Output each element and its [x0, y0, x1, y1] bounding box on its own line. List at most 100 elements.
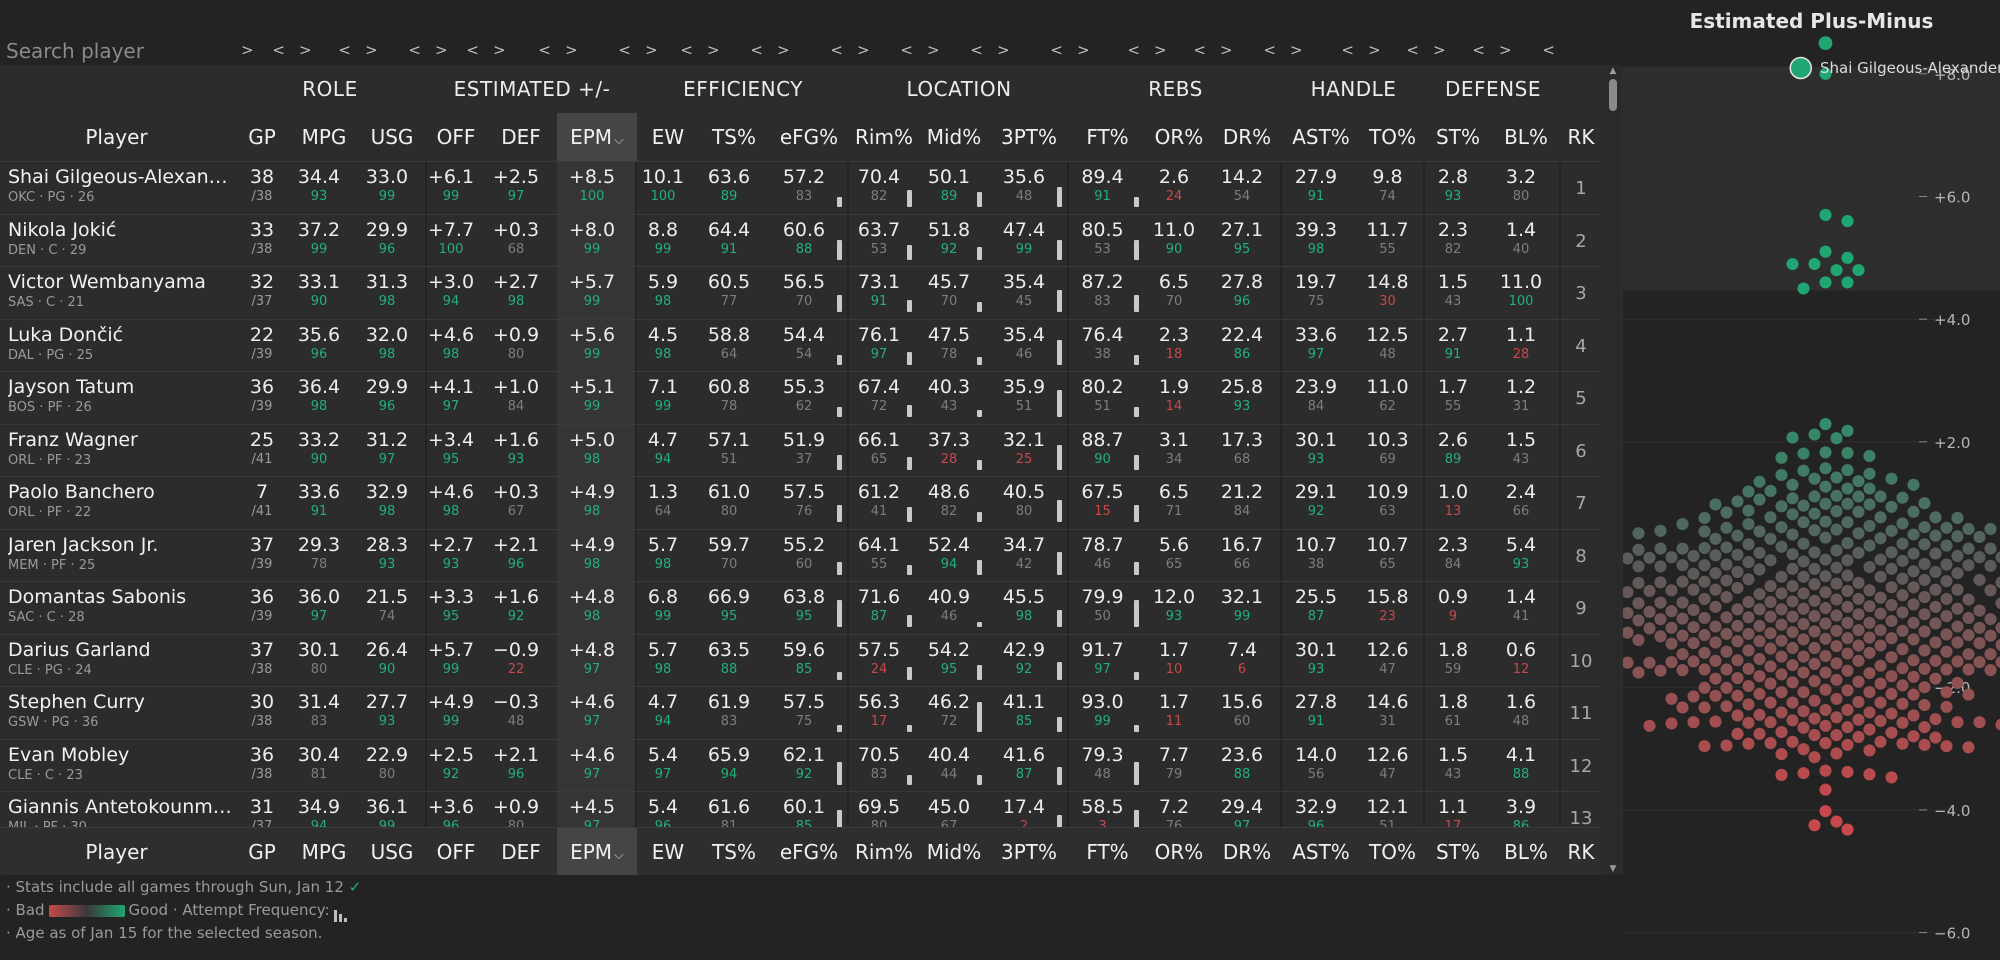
- player-point[interactable]: [1885, 614, 1898, 628]
- table-row[interactable]: Luka Dončić DAL · PG · 25 22/39 35.6 96 32.0 9…: [0, 318, 1600, 373]
- player-point[interactable]: [1709, 672, 1722, 685]
- player-point[interactable]: [1632, 614, 1645, 627]
- player-point[interactable]: [1885, 546, 1898, 559]
- player-point[interactable]: [1918, 625, 1931, 638]
- player-point[interactable]: [1885, 581, 1898, 594]
- player-point[interactable]: [1665, 717, 1678, 730]
- column-header-gp[interactable]: GP: [233, 113, 291, 161]
- player-point[interactable]: [1808, 641, 1821, 655]
- player-point[interactable]: [1731, 635, 1744, 648]
- player-point[interactable]: [1643, 719, 1656, 732]
- player-name[interactable]: Darius Garland: [8, 639, 233, 661]
- player-point[interactable]: [1863, 560, 1876, 574]
- player-point[interactable]: [1819, 805, 1832, 818]
- move-right-arrow-icon[interactable]: >: [997, 41, 1010, 59]
- player-point[interactable]: [1951, 549, 1964, 563]
- player-point[interactable]: [1797, 282, 1810, 295]
- player-point[interactable]: [1731, 654, 1744, 667]
- player-point[interactable]: [1951, 620, 1964, 633]
- player-point[interactable]: [1830, 523, 1843, 536]
- player-point[interactable]: [1775, 725, 1788, 739]
- player-point[interactable]: [1709, 567, 1722, 580]
- player-point[interactable]: [1742, 627, 1755, 640]
- player-point[interactable]: [1907, 633, 1920, 646]
- player-point[interactable]: [1885, 598, 1898, 612]
- player-point[interactable]: [1764, 737, 1777, 750]
- table-row[interactable]: Giannis AntetokounmpoMIL · PF · 3031/373…: [0, 791, 1600, 827]
- player-point[interactable]: [1962, 648, 1975, 661]
- player-point[interactable]: [1786, 492, 1799, 505]
- player-point[interactable]: [1918, 608, 1931, 621]
- scroll-up-arrow-icon[interactable]: ▲: [1606, 65, 1620, 77]
- player-point[interactable]: [1819, 446, 1832, 459]
- table-row[interactable]: Victor Wembanyama SAS · C · 21 32/37 33.1 90…: [0, 266, 1600, 320]
- player-point[interactable]: [1720, 591, 1733, 604]
- player-point[interactable]: [1896, 517, 1909, 530]
- player-point[interactable]: [1841, 765, 1854, 778]
- player-point[interactable]: [1808, 594, 1821, 607]
- player-point[interactable]: [1863, 744, 1876, 757]
- player-point[interactable]: [1874, 639, 1887, 652]
- player-point[interactable]: [1742, 611, 1755, 624]
- player-point[interactable]: [1764, 484, 1777, 498]
- player-point[interactable]: [1775, 634, 1788, 647]
- player-point[interactable]: [1863, 667, 1876, 680]
- player-cell[interactable]: Domantas Sabonis SAC · C · 28: [8, 586, 233, 625]
- move-left-arrow-icon[interactable]: <: [1050, 41, 1063, 59]
- player-point[interactable]: [1775, 650, 1788, 663]
- player-point[interactable]: [1852, 730, 1865, 743]
- player-point[interactable]: [1874, 553, 1887, 566]
- player-cell[interactable]: Franz Wagner ORL · PF · 23: [8, 429, 233, 468]
- player-name[interactable]: Giannis Antetokounmpo: [8, 796, 233, 818]
- player-point[interactable]: [1632, 576, 1645, 590]
- footer-column-header-ft[interactable]: FT%: [1069, 828, 1146, 875]
- player-point[interactable]: [1742, 504, 1755, 517]
- footer-column-header-ew[interactable]: EW: [637, 828, 699, 875]
- player-point[interactable]: [1940, 539, 1953, 552]
- player-point[interactable]: [1830, 624, 1843, 637]
- player-point[interactable]: [1951, 530, 1964, 543]
- sort-descending-icon[interactable]: ⌵: [614, 133, 624, 148]
- player-point[interactable]: [1863, 482, 1876, 495]
- player-point[interactable]: [1929, 583, 1942, 596]
- player-point[interactable]: [1874, 659, 1887, 672]
- sort-descending-icon[interactable]: ⌵: [614, 848, 624, 863]
- player-point[interactable]: [1775, 748, 1788, 761]
- player-point[interactable]: [1907, 730, 1920, 743]
- player-point[interactable]: [1907, 478, 1920, 491]
- footer-column-header-rim[interactable]: Rim%: [849, 828, 919, 875]
- move-left-arrow-icon[interactable]: <: [1263, 41, 1276, 59]
- player-point[interactable]: [1819, 737, 1832, 750]
- player-point[interactable]: [1830, 505, 1843, 518]
- player-point[interactable]: [1863, 646, 1876, 659]
- player-point[interactable]: [1753, 652, 1766, 666]
- player-point[interactable]: [1819, 480, 1832, 493]
- player-point[interactable]: [1896, 554, 1909, 567]
- player-point[interactable]: [1819, 531, 1832, 544]
- player-point[interactable]: [1797, 447, 1810, 460]
- player-point[interactable]: [1764, 511, 1777, 524]
- player-point[interactable]: [1819, 764, 1832, 777]
- player-point[interactable]: [1896, 606, 1909, 619]
- player-point[interactable]: [1720, 739, 1733, 752]
- player-point[interactable]: [1819, 632, 1832, 645]
- player-point[interactable]: [1984, 559, 1997, 572]
- player-point[interactable]: [1841, 600, 1854, 613]
- player-point[interactable]: [1764, 627, 1777, 640]
- player-point[interactable]: [1753, 475, 1766, 488]
- player-point[interactable]: [1753, 525, 1766, 538]
- footer-column-header-efg[interactable]: eFG%: [769, 828, 849, 875]
- move-right-arrow-icon[interactable]: >: [1220, 41, 1233, 59]
- highlighted-player-point[interactable]: [1818, 36, 1833, 51]
- player-cell[interactable]: Darius Garland CLE · PG · 24: [8, 639, 233, 678]
- player-point[interactable]: [1852, 675, 1865, 688]
- player-point[interactable]: [1698, 511, 1711, 524]
- player-point[interactable]: [1808, 428, 1821, 441]
- player-point[interactable]: [1665, 605, 1678, 618]
- player-point[interactable]: [1973, 621, 1986, 634]
- player-point[interactable]: [1764, 595, 1777, 609]
- player-point[interactable]: [1709, 498, 1722, 511]
- player-name[interactable]: Shai Gilgeous-Alexander: [8, 166, 233, 188]
- player-point[interactable]: [1885, 562, 1898, 575]
- player-point[interactable]: [1709, 549, 1722, 562]
